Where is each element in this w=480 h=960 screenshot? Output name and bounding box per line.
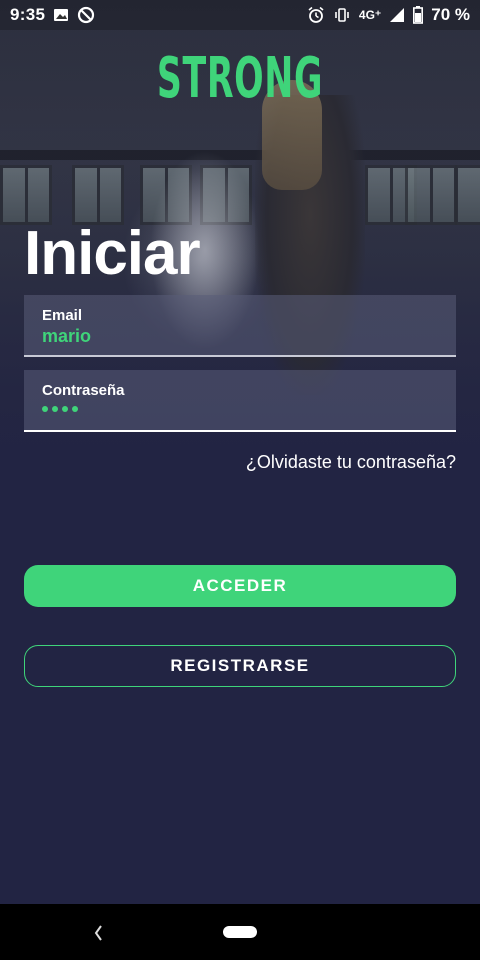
background-window — [405, 165, 457, 225]
do-not-disturb-icon — [78, 6, 95, 24]
password-value[interactable] — [42, 406, 438, 412]
signal-icon — [390, 8, 405, 22]
login-button[interactable]: ACCEDER — [24, 565, 456, 607]
background-window — [72, 165, 124, 225]
back-icon[interactable] — [92, 920, 106, 946]
password-mask-dot — [42, 406, 48, 412]
home-pill-icon[interactable] — [223, 926, 257, 938]
email-field[interactable]: Email mario — [24, 295, 456, 357]
vibrate-icon — [335, 8, 349, 22]
password-mask-dot — [62, 406, 68, 412]
strong-logo: STRONG — [156, 46, 324, 111]
password-field[interactable]: Contraseña — [24, 370, 456, 432]
background-window — [455, 165, 480, 225]
battery-percent: 70 % — [431, 5, 470, 24]
email-value[interactable]: mario — [42, 325, 438, 347]
status-time: 9:35 — [10, 5, 46, 24]
password-mask-dot — [52, 406, 58, 412]
image-icon — [54, 9, 69, 21]
system-nav-bar — [0, 904, 480, 960]
status-bar: 9:35 4G⁺ 70 % — [0, 0, 480, 30]
battery-icon — [413, 6, 424, 24]
alarm-icon — [308, 6, 324, 23]
status-bar-right: 4G⁺ 70 % — [307, 5, 470, 25]
forgot-password-link[interactable]: ¿Olvidaste tu contraseña? — [246, 452, 456, 473]
page-title: Iniciar — [24, 219, 201, 288]
email-label: Email — [42, 307, 83, 324]
network-type: 4G⁺ — [358, 8, 382, 22]
password-mask-dot — [72, 406, 78, 412]
status-bar-left: 9:35 — [10, 5, 95, 25]
background-window — [0, 165, 52, 225]
password-label: Contraseña — [42, 382, 125, 399]
register-button[interactable]: REGISTRARSE — [24, 645, 456, 687]
